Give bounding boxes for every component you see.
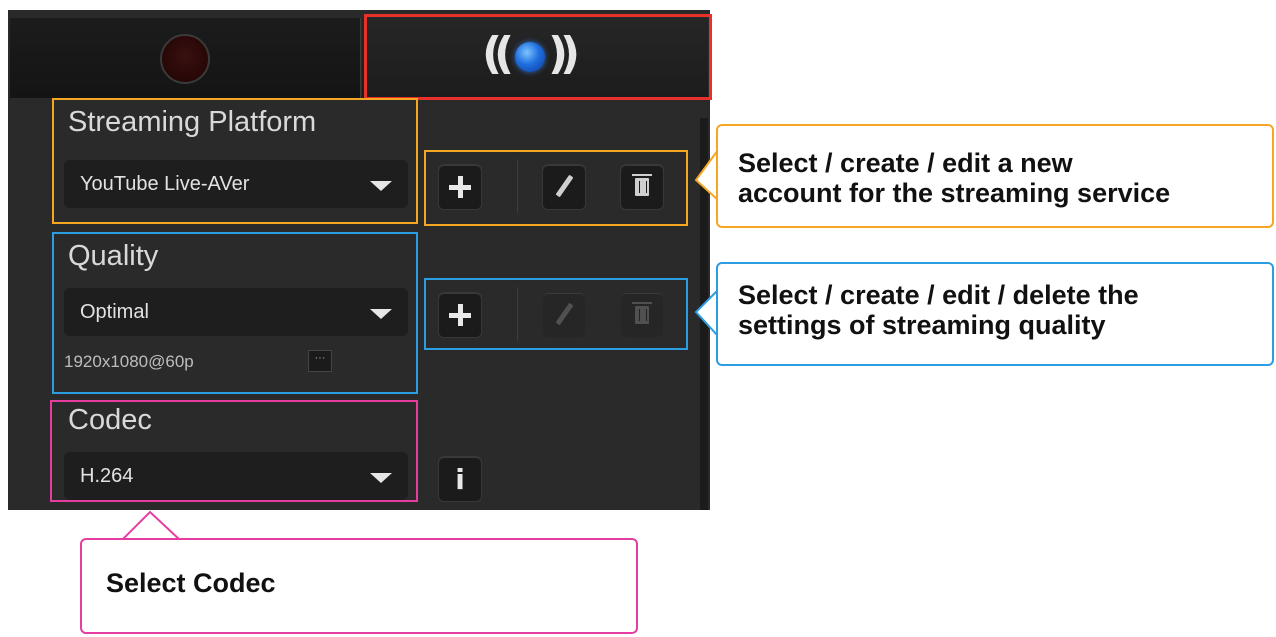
quality-callout: Select / create / edit / delete the sett… bbox=[716, 262, 1274, 366]
platform-callout-line2: account for the streaming service bbox=[738, 178, 1171, 208]
codec-callout: Select Codec bbox=[80, 538, 638, 634]
codec-callout-text: Select Codec bbox=[106, 568, 276, 598]
quality-callout-line1: Select / create / edit / delete the bbox=[738, 280, 1139, 310]
platform-callout-line1: Select / create / edit a new bbox=[738, 148, 1073, 178]
quality-callout-line2: settings of streaming quality bbox=[738, 310, 1106, 340]
platform-callout: Select / create / edit a new account for… bbox=[716, 124, 1274, 228]
